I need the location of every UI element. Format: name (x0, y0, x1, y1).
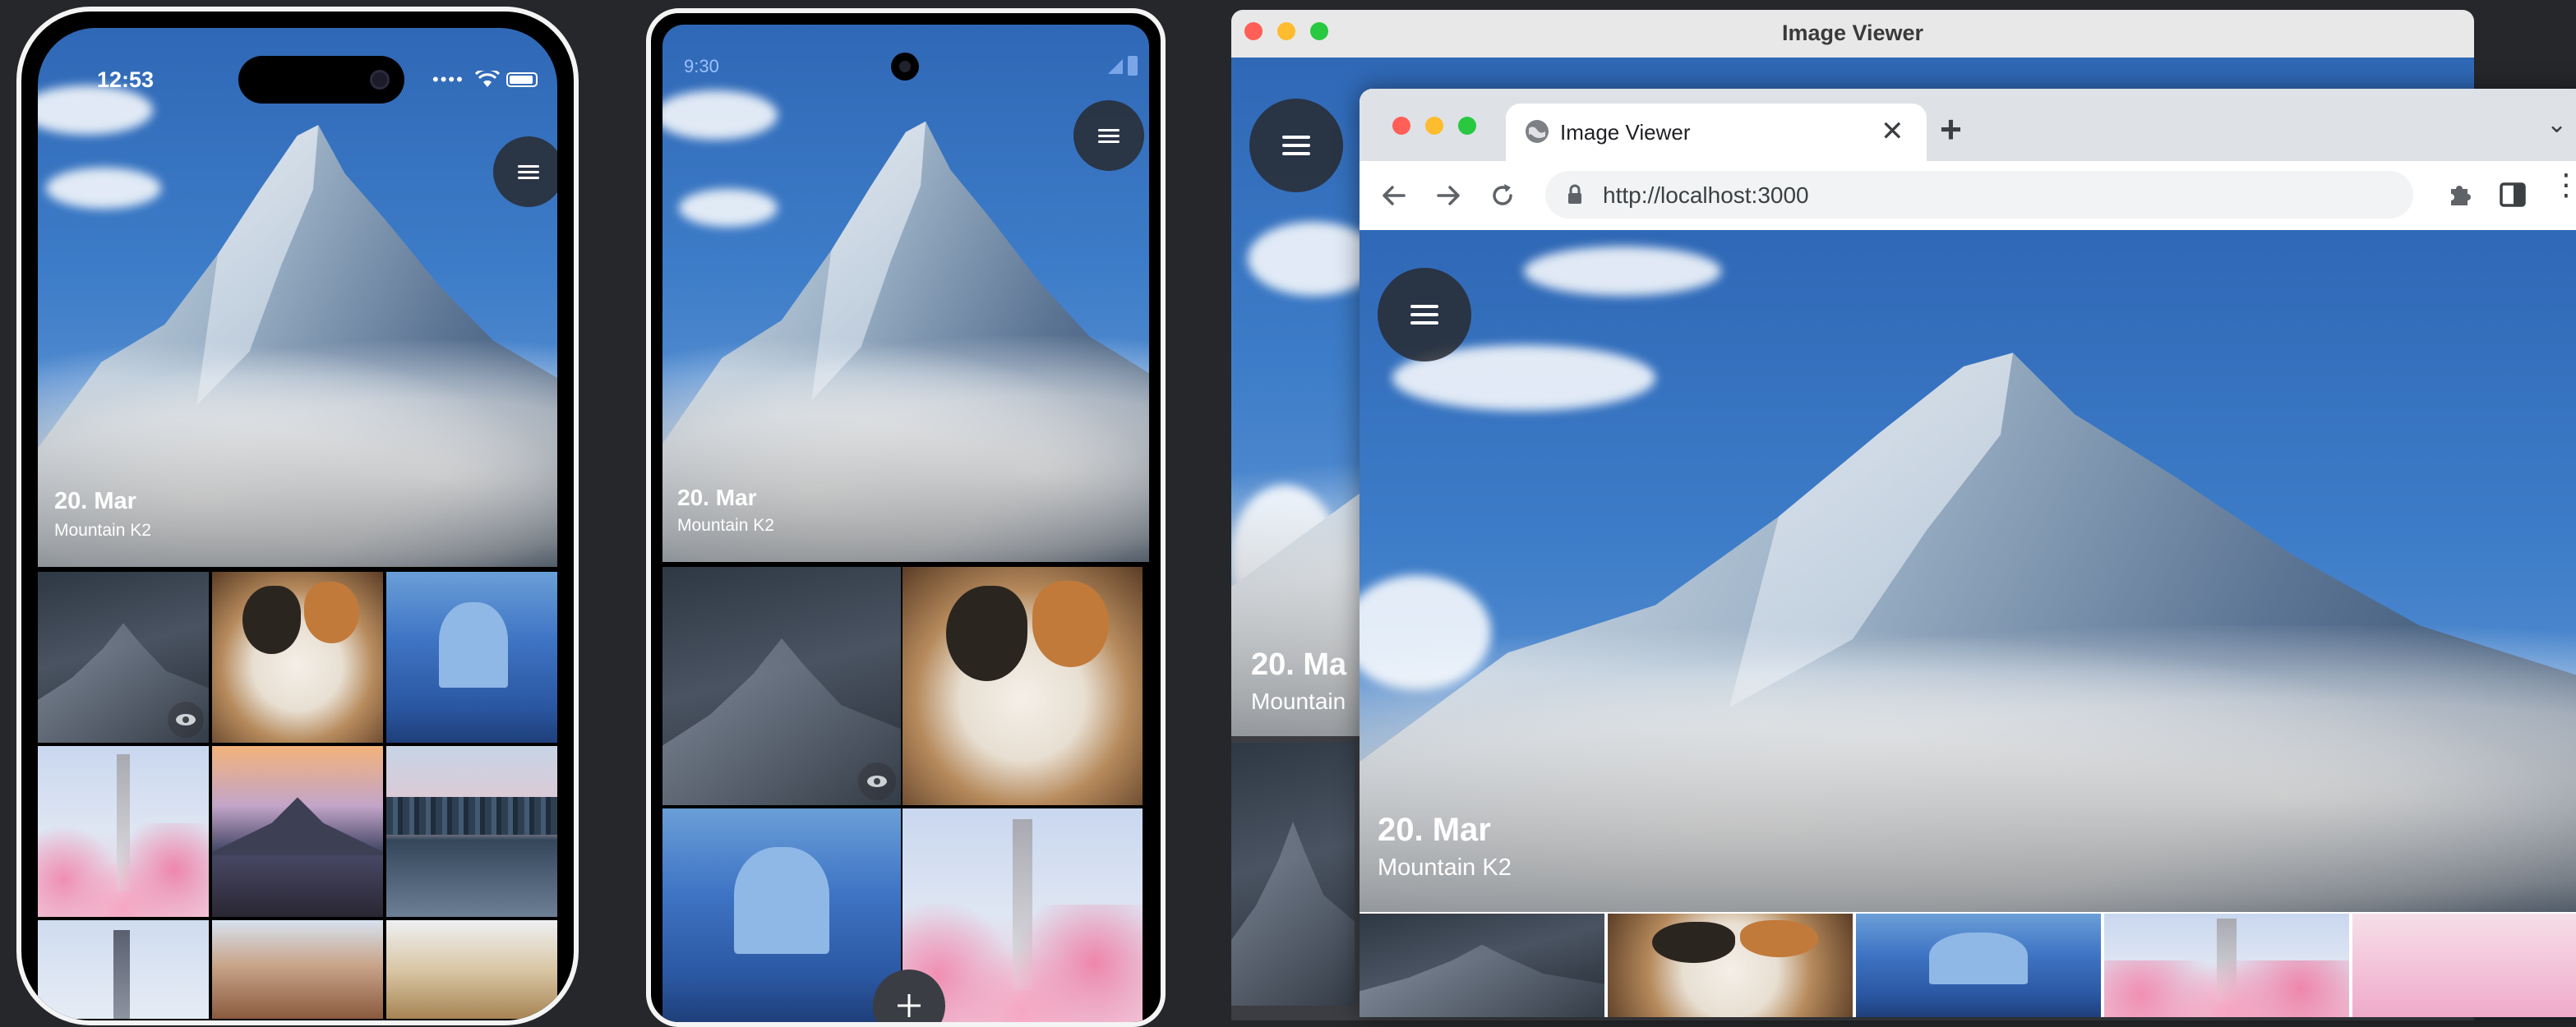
thumbnail-cat[interactable] (1608, 914, 1853, 1017)
thumbnail-tower-blossom[interactable] (2104, 914, 2349, 1017)
plus-icon: + (1940, 108, 1962, 150)
tab-title: Image Viewer (1560, 120, 1691, 145)
ios-screen: 20. Mar Mountain K2 12:53 •••• (38, 28, 557, 1020)
thumbnail-blue-alley[interactable] (1856, 914, 2101, 1017)
hero-title: Mountain K2 (677, 516, 774, 535)
hero-date: 20. Mar (677, 485, 757, 510)
hamburger-icon (518, 162, 539, 182)
address-bar[interactable]: http://localhost:3000 (1545, 171, 2413, 219)
browser-toolbar: http://localhost:3000 ⋮ (1360, 161, 2576, 231)
hero-date: 20. Mar (54, 488, 136, 514)
ios-phone-frame: 20. Mar Mountain K2 12:53 •••• (16, 7, 579, 1025)
thumbnail-city-reflection[interactable] (386, 746, 557, 917)
thumbnail-cat[interactable] (903, 567, 1143, 805)
thumbnail-cat[interactable] (212, 572, 383, 743)
menu-button[interactable] (1378, 268, 1471, 362)
new-tab-button[interactable]: + (1940, 107, 1962, 151)
hamburger-icon (1410, 300, 1438, 329)
minimize-window-button[interactable] (1425, 117, 1443, 135)
window-titlebar[interactable]: Image Viewer (1231, 10, 2474, 58)
eye-icon[interactable] (168, 702, 204, 738)
battery-icon (1128, 56, 1138, 76)
kebab-icon[interactable]: ⋮ (2551, 170, 2576, 199)
android-screen: 20. Mar Mountain K2 9:30 (662, 25, 1149, 1022)
browser-tabstrip: Image Viewer ✕ + ⌄ (1360, 89, 2576, 161)
hamburger-icon (1282, 131, 1310, 160)
punch-hole-camera (891, 53, 919, 81)
hero-date: 20. Mar (1378, 812, 1491, 848)
browser-window: Image Viewer ✕ + ⌄ http://localhost:3000 (1360, 89, 2576, 1017)
thumbnail-tower-blossom[interactable] (38, 746, 209, 917)
hero-title: Mountain K2 (1378, 854, 1512, 881)
arrow-left-icon[interactable] (1379, 181, 1409, 210)
close-window-button[interactable] (1392, 117, 1410, 135)
globe-icon (1526, 120, 1549, 143)
menu-button[interactable] (1073, 100, 1144, 171)
cell-signal-icon (1108, 59, 1123, 74)
eye-icon[interactable] (858, 762, 896, 800)
battery-icon (506, 72, 538, 87)
status-time: 12:53 (97, 67, 155, 92)
reload-icon[interactable] (1488, 181, 1517, 210)
hero-title: Mountain K2 (54, 521, 151, 540)
chevron-down-icon: ⌄ (2546, 111, 2568, 138)
thumbnail-fuji[interactable] (212, 746, 383, 917)
thumbnail-mountain-dark[interactable] (38, 572, 209, 743)
window-title: Image Viewer (1781, 21, 1924, 45)
puzzle-icon[interactable] (2444, 179, 2476, 210)
maximize-window-button[interactable] (1458, 117, 1476, 135)
menu-button[interactable] (1249, 99, 1343, 192)
hero-title: Mountain (1251, 689, 1346, 714)
lock-icon (1568, 184, 1581, 204)
thumbnail-desert[interactable] (386, 920, 557, 1019)
arrow-right-icon[interactable] (1433, 181, 1463, 210)
thumbnail-blue-alley[interactable] (386, 572, 557, 743)
side-panel-icon[interactable] (2499, 181, 2527, 209)
camera-icon (370, 70, 390, 90)
browser-tab-active[interactable]: Image Viewer ✕ (1506, 104, 1927, 161)
thumbnail-mountain-dark[interactable] (1360, 914, 1604, 1017)
url-text: http://localhost:3000 (1603, 182, 1809, 208)
hero-image[interactable]: 20. Mar Mountain K2 (38, 28, 557, 567)
hero-image[interactable]: 20. Mar Mountain K2 (1360, 230, 2576, 912)
signal-dots-icon: •••• (432, 69, 464, 90)
hero-date: 20. Ma (1251, 647, 1347, 682)
thumbnail-blue-alley[interactable] (662, 808, 901, 1022)
thumbnail-tower[interactable] (38, 920, 209, 1019)
close-icon[interactable]: ✕ (1881, 115, 1904, 148)
thumbnail-pink[interactable] (2352, 914, 2576, 1017)
thumbnail-mountain-dark[interactable] (662, 567, 901, 805)
android-phone-frame: 20. Mar Mountain K2 9:30 (646, 8, 1166, 1027)
hero-image[interactable]: 20. Mar Mountain K2 (662, 25, 1149, 562)
menu-button[interactable] (493, 136, 557, 207)
tab-list-button[interactable]: ⌄ (2546, 110, 2567, 139)
dynamic-island (238, 56, 404, 104)
plus-icon (898, 994, 921, 1017)
thumbnail-rocks[interactable] (212, 920, 383, 1019)
hamburger-icon (1098, 126, 1119, 146)
status-time: 9:30 (684, 56, 719, 76)
thumbnail-mountain-dark[interactable] (1231, 743, 1355, 1006)
wifi-icon (475, 71, 500, 87)
